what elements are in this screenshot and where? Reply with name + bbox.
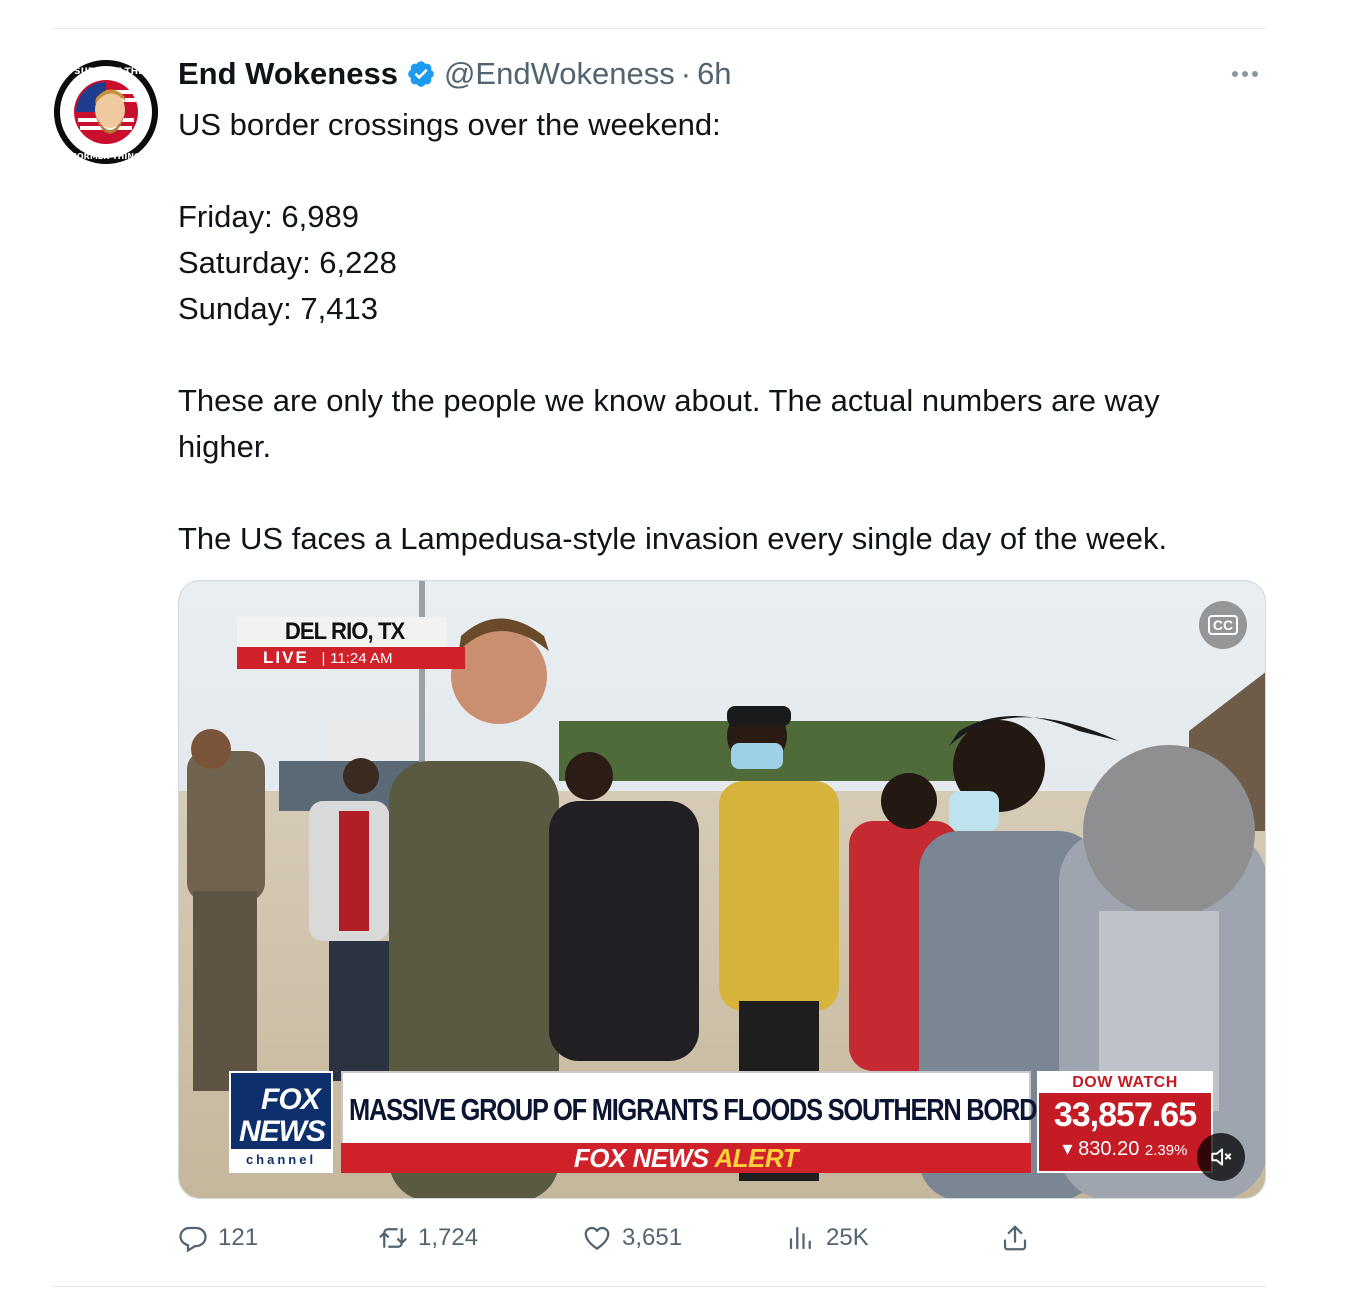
heart-icon xyxy=(584,1226,610,1250)
location-banner: DEL RIO, TX LIVE | 11:24 AM xyxy=(237,617,465,669)
dow-value: 33,857.65 xyxy=(1053,1096,1197,1134)
tweet-line: These are only the people we know about.… xyxy=(178,383,1160,464)
verified-badge-icon[interactable] xyxy=(406,59,436,89)
like-count: 3,651 xyxy=(622,1224,683,1251)
tweet-line: Friday: 6,989 xyxy=(178,199,359,234)
dow-change: ▾ 830.20 2.39% xyxy=(1039,1137,1211,1163)
author-handle[interactable]: @EndWokeness xyxy=(444,56,675,92)
live-banner: LIVE | 11:24 AM xyxy=(237,647,465,669)
tweet-text: US border crossings over the weekend: Fr… xyxy=(178,102,1268,562)
cc-label: CC xyxy=(1207,615,1239,635)
speaker-muted-icon[interactable] xyxy=(1197,1133,1245,1181)
views-bar-chart-icon xyxy=(789,1226,811,1250)
video-player[interactable]: DEL RIO, TX LIVE | 11:24 AM CC FOX NEWS … xyxy=(178,580,1266,1199)
retweet-count: 1,724 xyxy=(418,1224,479,1251)
tweet-line: Sunday: 7,413 xyxy=(178,291,378,326)
closed-captions-icon[interactable]: CC xyxy=(1199,601,1247,649)
live-divider: | xyxy=(321,650,326,667)
alert-chyron: FOX NEWS ALERT xyxy=(341,1143,1031,1173)
reply-bubble-icon xyxy=(179,1226,207,1253)
logo-line2: NEWS xyxy=(239,1115,326,1148)
location-title: DEL RIO, TX xyxy=(237,617,447,647)
fox-news-logo: FOX NEWS channel xyxy=(229,1071,333,1173)
alert-prefix: FOX NEWS xyxy=(573,1143,715,1173)
reply-button[interactable]: 121 xyxy=(178,1218,258,1258)
dow-change-pct: 2.39% xyxy=(1144,1142,1188,1159)
dow-watch-box: DOW WATCH 33,857.65 ▾ 830.20 2.39% xyxy=(1037,1071,1213,1173)
share-button[interactable] xyxy=(1000,1218,1030,1258)
views-button[interactable]: 25K xyxy=(786,1218,869,1258)
tweet-line: US border crossings over the weekend: xyxy=(178,107,721,142)
author-display-name[interactable]: End Wokeness xyxy=(178,56,398,92)
header-separator: · xyxy=(680,56,692,91)
top-divider xyxy=(52,28,1266,29)
tweet-header: End Wokeness @EndWokeness · 6h xyxy=(178,54,732,94)
live-time: 11:24 AM xyxy=(330,650,393,667)
down-arrow-icon: ▾ xyxy=(1062,1138,1073,1160)
tweet-actions: 121 1,724 3,651 25K xyxy=(178,1218,1058,1258)
share-upload-icon xyxy=(1003,1225,1027,1251)
reply-count: 121 xyxy=(218,1224,259,1251)
avatar-text-top: I SUPPORT THE xyxy=(68,67,145,77)
alert-word: ALERT xyxy=(714,1143,799,1173)
more-dots-icon[interactable] xyxy=(1226,64,1264,84)
tweet-timestamp[interactable]: 6h xyxy=(697,56,731,92)
headline-chyron: MASSIVE GROUP OF MIGRANTS FLOODS SOUTHER… xyxy=(341,1071,1070,1145)
tweet-line: Saturday: 6,228 xyxy=(178,245,397,280)
author-avatar[interactable]: I SUPPORT THE FORMER THING xyxy=(54,60,158,164)
like-button[interactable]: 3,651 xyxy=(582,1218,682,1258)
avatar-text-bottom: FORMER THING xyxy=(71,152,140,161)
bottom-divider xyxy=(52,1286,1266,1287)
retweet-button[interactable]: 1,724 xyxy=(378,1218,478,1258)
dow-change-value: 830.20 xyxy=(1078,1138,1140,1160)
logo-line1: FOX xyxy=(261,1083,321,1116)
avatar-image: I SUPPORT THE FORMER THING xyxy=(54,60,158,164)
logo-line3: channel xyxy=(231,1149,331,1171)
headline-text: MASSIVE GROUP OF MIGRANTS FLOODS SOUTHER… xyxy=(349,1092,1070,1127)
views-count: 25K xyxy=(826,1224,869,1251)
live-label: LIVE xyxy=(263,648,309,667)
tweet-line: The US faces a Lampedusa-style invasion … xyxy=(178,521,1168,556)
dow-title: DOW WATCH xyxy=(1039,1073,1211,1093)
retweet-arrows-icon xyxy=(379,1228,407,1248)
